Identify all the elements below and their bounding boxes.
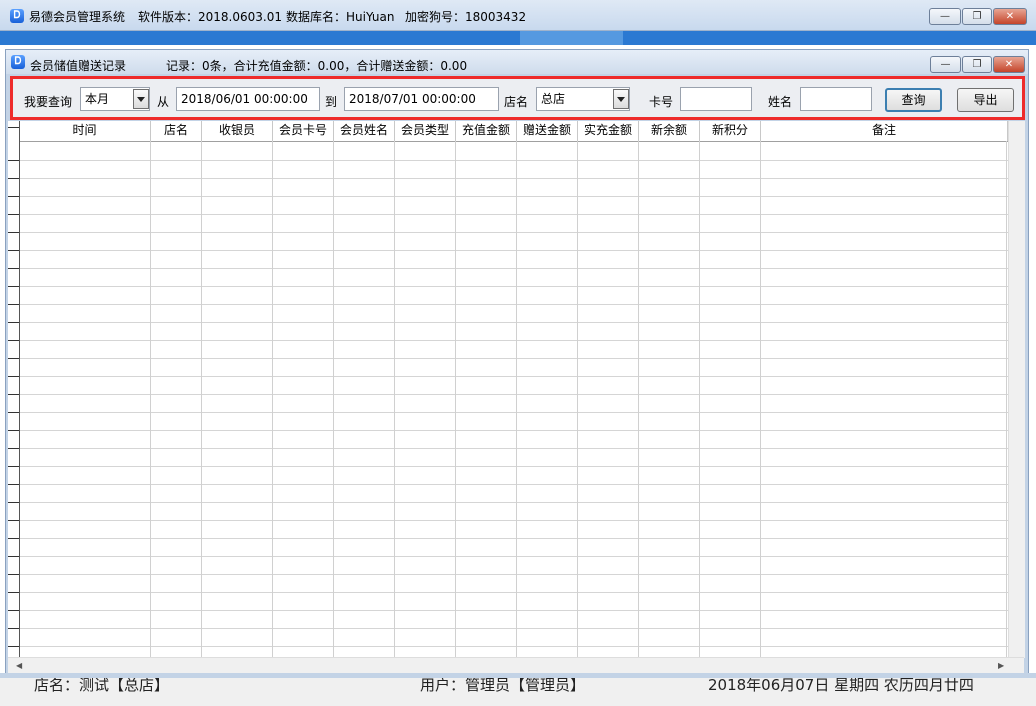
column-header[interactable]: 新积分 <box>700 121 761 141</box>
app-logo-icon: Ꭰ <box>10 9 24 23</box>
app-maximize-button[interactable]: ❐ <box>962 8 992 25</box>
menu-band <box>0 31 1036 45</box>
column-divider <box>638 141 639 658</box>
query-button[interactable]: 查询 <box>885 88 942 112</box>
vertical-scrollbar[interactable] <box>1008 121 1025 658</box>
column-divider <box>333 141 334 658</box>
column-divider <box>394 141 395 658</box>
period-dropdown-icon[interactable] <box>133 89 149 109</box>
to-date-input[interactable]: 2018/07/01 00:00:00 <box>344 87 499 111</box>
column-header[interactable]: 赠送金额 <box>517 121 578 141</box>
grid-header: 时间 店名 收银员 会员卡号 会员姓名 会员类型 充值金额 赠送金额 实充金额 … <box>8 121 1008 142</box>
menu-band-highlight <box>520 31 623 45</box>
from-date-input[interactable]: 2018/06/01 00:00:00 <box>176 87 320 111</box>
software-version: 软件版本：2018.0603.01 <box>138 10 282 24</box>
column-divider <box>201 141 202 658</box>
column-header[interactable]: 新余额 <box>639 121 700 141</box>
inner-minimize-button[interactable]: — <box>930 56 961 73</box>
column-header[interactable]: 店名 <box>151 121 202 141</box>
database-name: 数据库名：HuiYuan <box>286 10 395 24</box>
app-title: 易德会员管理系统 <box>29 10 126 24</box>
column-divider <box>516 141 517 658</box>
export-button[interactable]: 导出 <box>957 88 1014 112</box>
column-header[interactable]: 会员姓名 <box>334 121 395 141</box>
row-indicator-column[interactable] <box>8 121 20 658</box>
store-label: 店名 <box>504 95 529 109</box>
horizontal-scrollbar[interactable]: ◀ ▶ <box>8 657 1024 674</box>
member-name-input[interactable] <box>800 87 872 111</box>
column-divider <box>577 141 578 658</box>
inner-window-icon: Ꭰ <box>11 55 25 69</box>
name-label: 姓名 <box>768 95 793 109</box>
inner-maximize-button[interactable]: ❐ <box>962 56 992 73</box>
records-grid[interactable]: 时间 店名 收银员 会员卡号 会员姓名 会员类型 充值金额 赠送金额 实充金额 … <box>8 121 1008 658</box>
column-divider <box>455 141 456 658</box>
inner-window-title-bar <box>6 50 1028 74</box>
column-divider <box>699 141 700 658</box>
card-number-input[interactable] <box>680 87 752 111</box>
column-header[interactable]: 收银员 <box>202 121 273 141</box>
column-header[interactable]: 时间 <box>19 121 151 141</box>
column-header[interactable]: 充值金额 <box>456 121 517 141</box>
records-summary: 记录：0条，合计充值金额：0.00，合计赠送金额：0.00 <box>166 59 468 73</box>
card-label: 卡号 <box>649 95 674 109</box>
dongle-number: 加密狗号：18003432 <box>405 10 527 24</box>
column-divider <box>760 141 761 658</box>
column-divider <box>150 141 151 658</box>
store-dropdown-icon[interactable] <box>613 89 629 109</box>
app-minimize-button[interactable]: — <box>929 8 961 25</box>
column-header[interactable]: 会员卡号 <box>273 121 334 141</box>
column-header[interactable]: 会员类型 <box>395 121 456 141</box>
from-label: 从 <box>157 95 170 109</box>
inner-close-button[interactable]: ✕ <box>993 56 1025 73</box>
query-label: 我要查询 <box>24 95 73 109</box>
column-header[interactable]: 实充金额 <box>578 121 639 141</box>
to-label: 到 <box>325 95 338 109</box>
column-header[interactable]: 备注 <box>761 121 1008 141</box>
scroll-left-icon[interactable]: ◀ <box>16 661 22 670</box>
app-close-button[interactable]: ✕ <box>993 8 1027 25</box>
column-divider <box>1006 141 1007 658</box>
scroll-right-icon[interactable]: ▶ <box>998 661 1004 670</box>
column-divider <box>272 141 273 658</box>
inner-window-bottom-edge <box>0 673 1036 678</box>
inner-window-title: 会员储值赠送记录 <box>30 59 127 73</box>
